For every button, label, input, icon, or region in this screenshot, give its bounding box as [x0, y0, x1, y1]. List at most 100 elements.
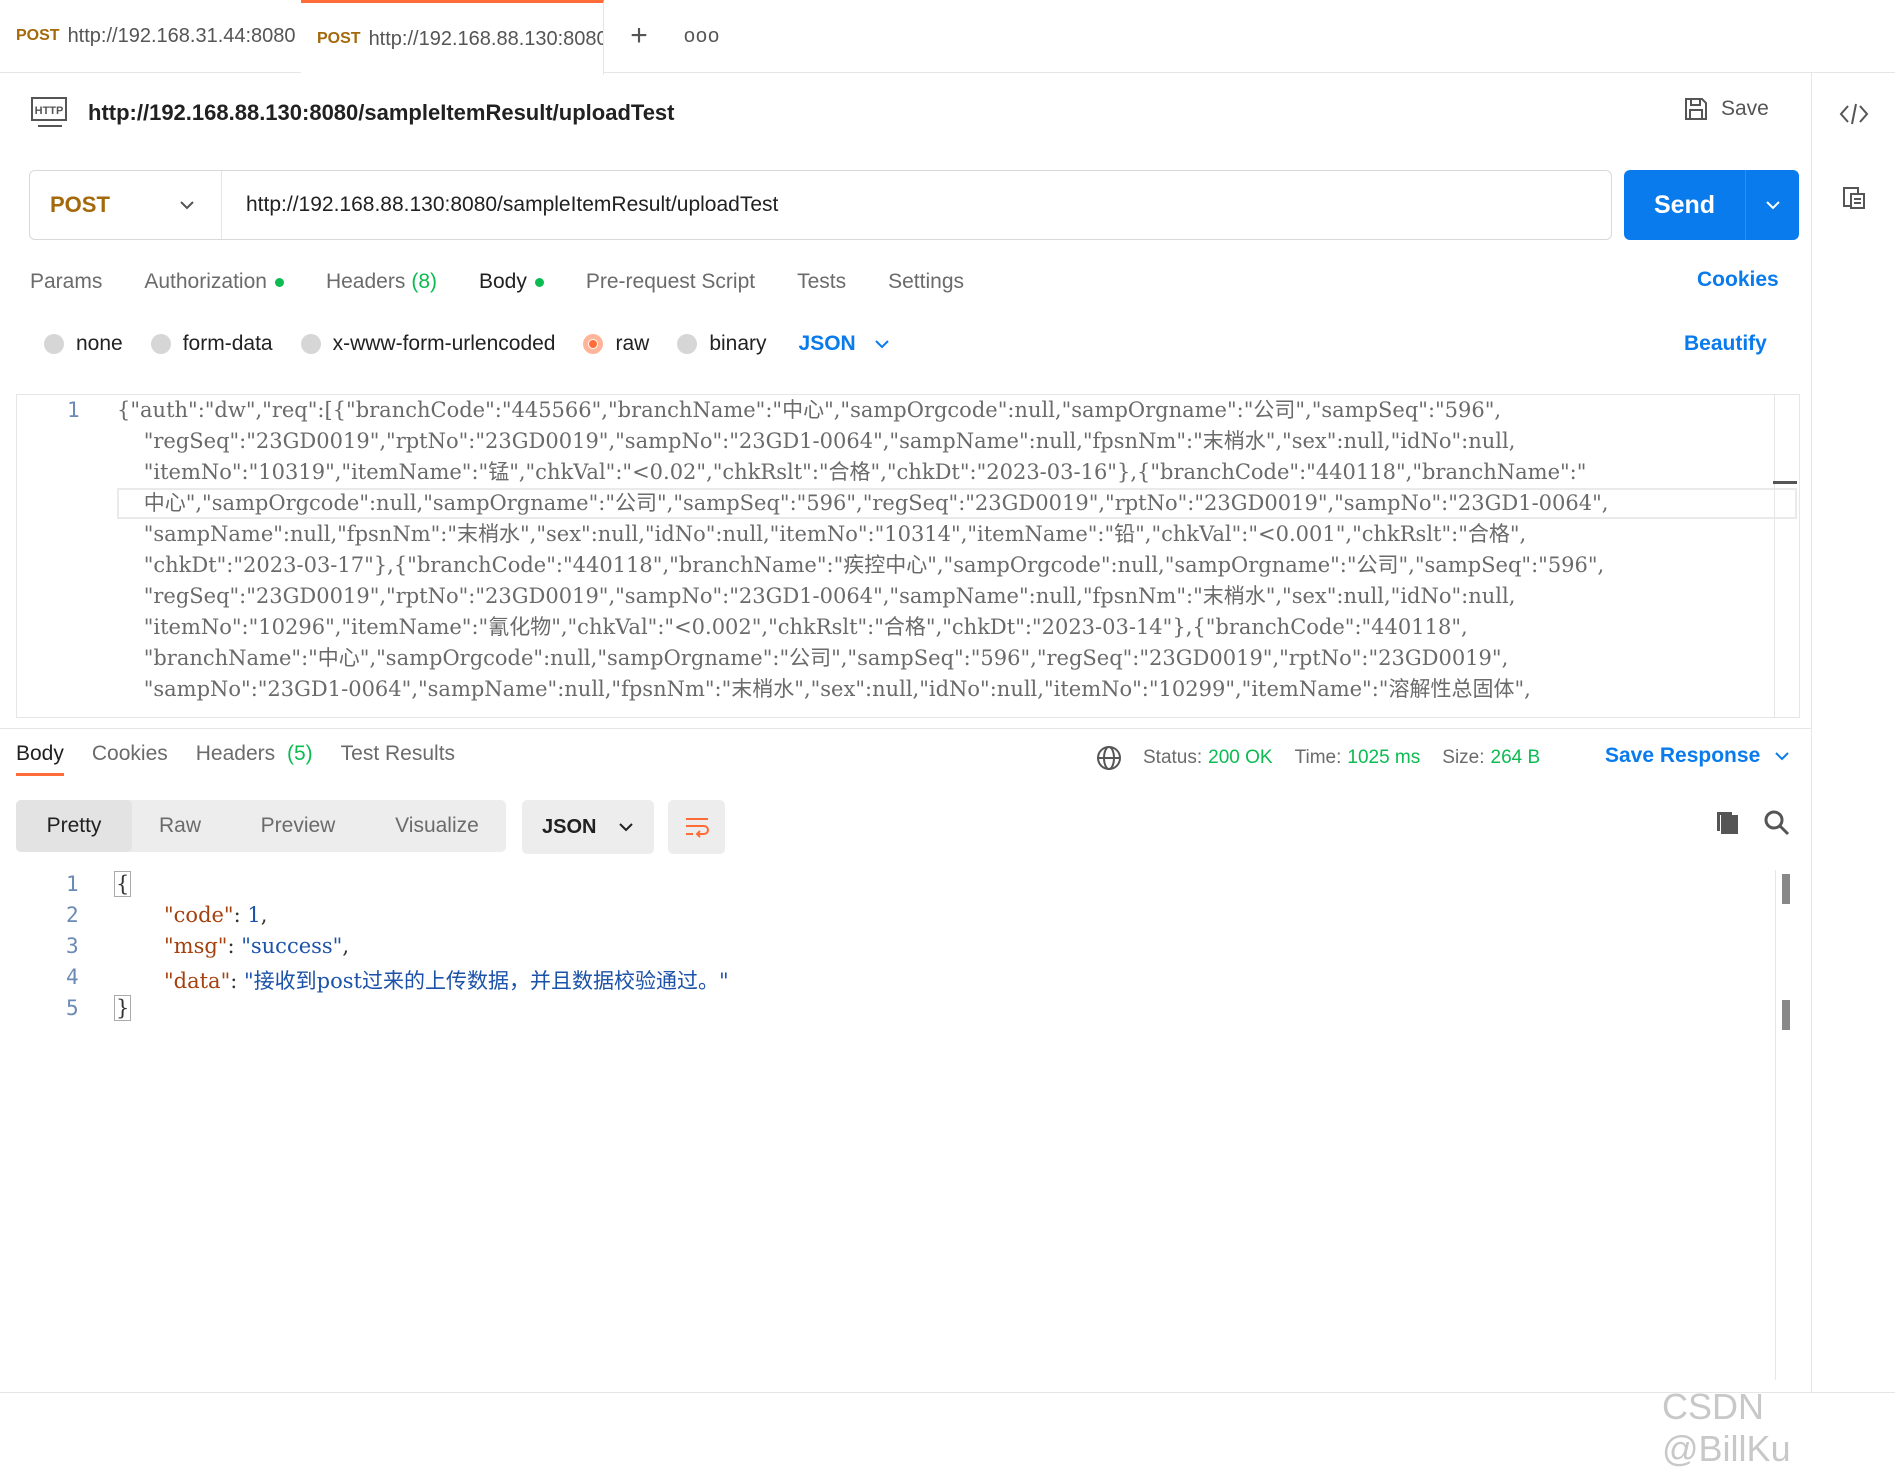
radio-circle-selected: [583, 334, 604, 354]
wrap-lines-button[interactable]: [668, 800, 725, 854]
code-snippet-icon[interactable]: [1832, 92, 1876, 136]
response-tab-test-results[interactable]: Test Results: [341, 742, 455, 776]
request-body-editor[interactable]: 1 {"auth":"dw","req":[{"branchCode":"445…: [16, 394, 1800, 718]
globe-icon[interactable]: [1095, 744, 1123, 772]
view-pretty[interactable]: Pretty: [16, 800, 132, 852]
radio-urlencoded[interactable]: x-www-form-urlencoded: [300, 332, 556, 356]
json-key: "data": [164, 969, 231, 993]
time-value[interactable]: 1025 ms: [1347, 747, 1420, 769]
request-tab-1[interactable]: POST http://192.168.31.44:8080: [0, 0, 303, 72]
scrollbar-marker: [1782, 874, 1790, 904]
active-indicator-dot: [534, 277, 544, 287]
radio-label: x-www-form-urlencoded: [332, 332, 556, 355]
radio-circle: [150, 334, 171, 354]
radio-label: form-data: [182, 332, 273, 355]
url-input[interactable]: http://192.168.88.130:8080/sampleItemRes…: [222, 193, 778, 217]
cookies-link[interactable]: Cookies: [1697, 268, 1779, 292]
scrollbar-marker: [1782, 1000, 1790, 1030]
tab-tests[interactable]: Tests: [797, 262, 846, 302]
json-value: "接收到post过来的上传数据，并且数据校验通过。": [244, 969, 729, 993]
body-type-selector: none form-data x-www-form-urlencoded raw…: [44, 332, 890, 356]
tab-body[interactable]: Body: [479, 262, 544, 302]
headers-count: (8): [411, 270, 437, 293]
response-format-select[interactable]: JSON: [522, 800, 654, 854]
beautify-button[interactable]: Beautify: [1684, 332, 1767, 356]
tab-label: Headers: [195, 742, 276, 765]
response-tab-body[interactable]: Body: [16, 742, 64, 776]
radio-form-data[interactable]: form-data: [150, 332, 273, 356]
copy-icon[interactable]: [1712, 808, 1742, 838]
tab-params[interactable]: Params: [30, 262, 102, 302]
json-brace: {: [114, 871, 132, 897]
tab-headers[interactable]: Headers (8): [326, 262, 437, 302]
new-tab-plus-icon[interactable]: +: [617, 14, 661, 58]
time-label: Time:: [1294, 747, 1342, 768]
code-line: "itemNo":"10296","itemName":"氰化物","chkVa…: [117, 615, 1468, 639]
tab-label: Authorization: [144, 270, 267, 293]
response-format-label: JSON: [542, 815, 597, 838]
json-brace: }: [114, 995, 132, 1021]
more-tabs-icon[interactable]: ooo: [680, 14, 724, 58]
tab-settings[interactable]: Settings: [888, 262, 964, 302]
line-number: 1: [66, 872, 79, 896]
chevron-down-icon: [1765, 201, 1780, 210]
status-bar: [0, 1392, 1895, 1439]
url-bar: POST http://192.168.88.130:8080/sampleIt…: [29, 170, 1612, 240]
json-key: "code": [164, 903, 234, 927]
svg-text:HTTP: HTTP: [35, 105, 64, 117]
view-visualize[interactable]: Visualize: [368, 800, 506, 852]
raw-format-select[interactable]: JSON: [799, 332, 890, 356]
tab-label: Body: [479, 270, 527, 293]
chevron-down-icon: [1775, 752, 1789, 761]
documentation-icon[interactable]: [1832, 176, 1876, 220]
code-line: "branchName":"中心","sampOrgcode":null,"sa…: [117, 646, 1509, 670]
json-key: "msg": [164, 934, 228, 958]
code-line: "regSeq":"23GD0019","rptNo":"23GD0019","…: [117, 584, 1516, 608]
response-scrollbar-track[interactable]: [1775, 870, 1776, 1380]
status-value[interactable]: 200 OK: [1208, 747, 1272, 769]
code-line: "regSeq":"23GD0019","rptNo":"23GD0019","…: [117, 429, 1516, 453]
view-preview[interactable]: Preview: [228, 800, 368, 852]
radio-none[interactable]: none: [44, 332, 123, 356]
editor-scrollbar[interactable]: [1773, 395, 1799, 717]
method-select[interactable]: POST: [30, 171, 222, 239]
response-tab-headers[interactable]: Headers (5): [196, 742, 313, 776]
send-button-group: Send: [1624, 170, 1799, 240]
radio-label: none: [76, 332, 123, 355]
response-view-tabs: Pretty Raw Preview Visualize: [16, 800, 506, 852]
request-title[interactable]: http://192.168.88.130:8080/sampleItemRes…: [88, 100, 675, 126]
method-label: POST: [50, 192, 110, 217]
radio-raw[interactable]: raw: [583, 332, 649, 356]
tab-url: http://192.168.31.44:8080: [67, 24, 296, 47]
chevron-down-icon: [619, 823, 633, 832]
save-response-button[interactable]: Save Response: [1605, 744, 1790, 768]
send-button[interactable]: Send: [1624, 170, 1746, 240]
headers-count: (5): [286, 742, 313, 765]
tab-method: POST: [16, 27, 60, 44]
tab-authorization[interactable]: Authorization: [144, 262, 284, 302]
code-line: {"auth":"dw","req":[{"branchCode":"44556…: [117, 398, 1502, 422]
chevron-down-icon: [180, 201, 194, 210]
pane-divider[interactable]: [0, 728, 1811, 729]
json-line: "code": 1,: [164, 903, 268, 927]
request-tab-bar: POST http://192.168.31.44:8080 POST http…: [0, 0, 1895, 75]
response-body-viewer[interactable]: 1 2 3 4 5 { "code": 1, "msg": "success",…: [16, 871, 1776, 1392]
tab-method: POST: [317, 30, 361, 47]
right-sidebar: [1811, 72, 1895, 1392]
tab-prerequest-script[interactable]: Pre-request Script: [586, 262, 755, 302]
search-icon[interactable]: [1762, 808, 1792, 838]
save-icon: [1685, 98, 1707, 120]
response-tab-cookies[interactable]: Cookies: [92, 742, 168, 776]
size-value[interactable]: 264 B: [1491, 747, 1541, 769]
request-tab-2[interactable]: POST http://192.168.88.130:8080: [301, 0, 604, 75]
active-indicator-dot: [274, 277, 284, 287]
save-label: Save: [1721, 97, 1769, 120]
scrollbar-thumb[interactable]: [1773, 481, 1797, 484]
watermark: CSDN @BillKu: [1662, 1386, 1791, 1469]
view-raw[interactable]: Raw: [132, 800, 228, 852]
chevron-down-icon: [875, 340, 889, 349]
send-options-button[interactable]: [1746, 170, 1799, 240]
save-button[interactable]: Save: [1683, 96, 1769, 122]
response-status-bar: Status: 200 OK Time: 1025 ms Size: 264 B: [1095, 744, 1540, 772]
radio-binary[interactable]: binary: [677, 332, 767, 356]
